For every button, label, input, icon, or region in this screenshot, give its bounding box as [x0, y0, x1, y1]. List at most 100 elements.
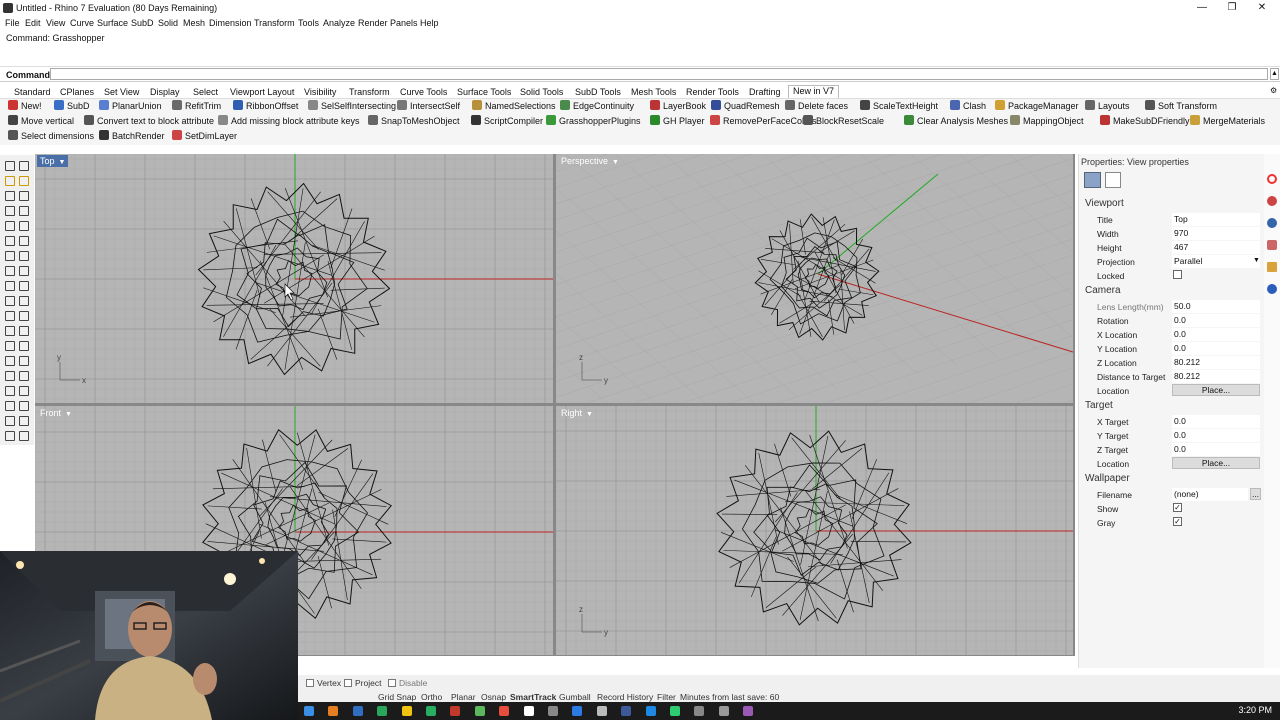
- left-tool-icon[interactable]: [19, 236, 29, 246]
- left-tool-icon[interactable]: [5, 386, 15, 396]
- viewport-menu-icon[interactable]: ▼: [612, 159, 619, 166]
- tab-solid-tools[interactable]: Solid Tools: [520, 87, 563, 97]
- tab-mesh-tools[interactable]: Mesh Tools: [631, 87, 676, 97]
- filter-toggle[interactable]: Filter: [657, 692, 676, 702]
- viewport-menu-icon[interactable]: ▼: [59, 159, 66, 166]
- planar-toggle[interactable]: Planar: [451, 692, 476, 702]
- viewport-canvas[interactable]: yx: [35, 154, 553, 403]
- viewport-title-right[interactable]: Right ▼: [558, 407, 596, 419]
- view-properties-camera-icon[interactable]: [1084, 172, 1101, 188]
- distance-to-target-field[interactable]: 80.212: [1172, 370, 1260, 383]
- locked-checkbox[interactable]: [1173, 270, 1182, 279]
- left-tool-icon[interactable]: [5, 176, 15, 186]
- tab-curve-tools[interactable]: Curve Tools: [400, 87, 447, 97]
- tool-grasshopperplugins-button[interactable]: GrasshopperPlugins: [546, 114, 641, 128]
- tab-standard[interactable]: Standard: [14, 87, 51, 97]
- tool-gh-player-button[interactable]: GH Player: [650, 114, 705, 128]
- minimize-button[interactable]: —: [1187, 2, 1217, 14]
- color-wheel-icon[interactable]: [1267, 174, 1277, 184]
- left-tool-icon[interactable]: [5, 431, 15, 441]
- tool-clear-analysis-meshes-button[interactable]: Clear Analysis Meshes: [904, 114, 1008, 128]
- menu-subd[interactable]: SubD: [131, 18, 154, 28]
- height-field[interactable]: 467: [1172, 241, 1260, 254]
- left-tool-icon[interactable]: [5, 251, 15, 261]
- tool-new-button[interactable]: New!: [8, 99, 42, 113]
- taskbar-app-icon[interactable]: [499, 706, 510, 716]
- left-tool-icon[interactable]: [19, 401, 29, 411]
- tool-makesubdfriendly-button[interactable]: MakeSubDFriendly: [1100, 114, 1190, 128]
- camera-place-button[interactable]: Place...: [1172, 384, 1260, 396]
- left-tool-icon[interactable]: [5, 206, 15, 216]
- y-target-field[interactable]: 0.0: [1172, 429, 1260, 442]
- projection-select[interactable]: Parallel: [1172, 255, 1260, 268]
- taskbar-app-icon[interactable]: [621, 706, 632, 716]
- left-tool-icon[interactable]: [19, 326, 29, 336]
- menu-render[interactable]: Render: [358, 18, 388, 28]
- close-button[interactable]: ✕: [1247, 2, 1277, 14]
- help-icon[interactable]: [1267, 284, 1277, 294]
- tab-subd-tools[interactable]: SubD Tools: [575, 87, 621, 97]
- taskbar-app-icon[interactable]: [743, 706, 754, 716]
- tool-add-missing-block-attribute-keys-button[interactable]: Add missing block attribute keys: [218, 114, 360, 128]
- left-tool-icon[interactable]: [5, 296, 15, 306]
- browse-button[interactable]: ...: [1250, 488, 1261, 500]
- menu-solid[interactable]: Solid: [158, 18, 178, 28]
- tool-ribbonoffset-button[interactable]: RibbonOffset: [233, 99, 298, 113]
- left-tool-icon[interactable]: [19, 386, 29, 396]
- tool-edgecontinuity-button[interactable]: EdgeContinuity: [560, 99, 634, 113]
- left-tool-icon[interactable]: [5, 401, 15, 411]
- viewport-canvas[interactable]: zy: [556, 406, 1073, 655]
- left-tool-icon[interactable]: [5, 191, 15, 201]
- tool-move-vertical-button[interactable]: Move vertical: [8, 114, 74, 128]
- taskbar-app-icon[interactable]: [718, 706, 729, 716]
- tool-delete-faces-button[interactable]: Delete faces: [785, 99, 848, 113]
- tab-menu-icon[interactable]: ⚙: [1270, 86, 1277, 95]
- menu-curve[interactable]: Curve: [70, 18, 94, 28]
- taskbar-app-icon[interactable]: [572, 706, 583, 716]
- left-tool-icon[interactable]: [5, 281, 15, 291]
- viewport-canvas[interactable]: zy: [556, 154, 1073, 403]
- left-tool-icon[interactable]: [19, 296, 29, 306]
- x-location-field[interactable]: 0.0: [1172, 328, 1260, 341]
- left-tool-icon[interactable]: [19, 356, 29, 366]
- texture-icon[interactable]: [1267, 240, 1277, 250]
- osnap-disable[interactable]: Disable: [388, 678, 427, 688]
- taskbar-app-icon[interactable]: [548, 706, 558, 716]
- tool-blockresetscale-button[interactable]: BlockResetScale: [803, 114, 884, 128]
- tool-layouts-button[interactable]: Layouts: [1085, 99, 1130, 113]
- grid-snap-toggle[interactable]: Grid Snap: [378, 692, 416, 702]
- taskbar-app-icon[interactable]: [304, 706, 314, 716]
- left-tool-icon[interactable]: [19, 371, 29, 381]
- left-tool-icon[interactable]: [5, 311, 15, 321]
- tab-viewport-layout[interactable]: Viewport Layout: [230, 87, 294, 97]
- viewport-perspective[interactable]: Perspective ▼ zy: [556, 154, 1073, 403]
- record-history-toggle[interactable]: Record History: [597, 692, 653, 702]
- menu-mesh[interactable]: Mesh: [183, 18, 205, 28]
- tool-refittrim-button[interactable]: RefitTrim: [172, 99, 221, 113]
- left-tool-icon[interactable]: [19, 221, 29, 231]
- taskbar-app-icon[interactable]: [450, 706, 461, 716]
- tool-packagemanager-button[interactable]: PackageManager: [995, 99, 1079, 113]
- taskbar-app-icon[interactable]: [401, 706, 412, 716]
- command-history-toggle[interactable]: ▲: [1270, 68, 1279, 80]
- tool-setdimlayer-button[interactable]: SetDimLayer: [172, 129, 237, 143]
- tool-layerbook-button[interactable]: LayerBook: [650, 99, 706, 113]
- object-properties-icon[interactable]: [1105, 172, 1121, 188]
- z-target-field[interactable]: 0.0: [1172, 443, 1260, 456]
- left-tool-icon[interactable]: [19, 251, 29, 261]
- osnap-vertex[interactable]: Vertex: [306, 678, 341, 688]
- left-tool-icon[interactable]: [5, 236, 15, 246]
- lens-length-field[interactable]: 50.0: [1172, 300, 1260, 313]
- vertex-checkbox[interactable]: [306, 679, 314, 687]
- left-tool-icon[interactable]: [5, 266, 15, 276]
- menu-edit[interactable]: Edit: [25, 18, 41, 28]
- folder-icon[interactable]: [1267, 262, 1277, 272]
- taskbar-app-icon[interactable]: [328, 706, 339, 716]
- tool-snaptomeshobject-button[interactable]: SnapToMeshObject: [368, 114, 460, 128]
- show-checkbox[interactable]: ✓: [1173, 503, 1182, 512]
- left-tool-icon[interactable]: [5, 371, 15, 381]
- menu-transform[interactable]: Transform: [254, 18, 295, 28]
- taskbar-app-icon[interactable]: [474, 706, 485, 716]
- z-location-field[interactable]: 80.212: [1172, 356, 1260, 369]
- disable-checkbox[interactable]: [388, 679, 396, 687]
